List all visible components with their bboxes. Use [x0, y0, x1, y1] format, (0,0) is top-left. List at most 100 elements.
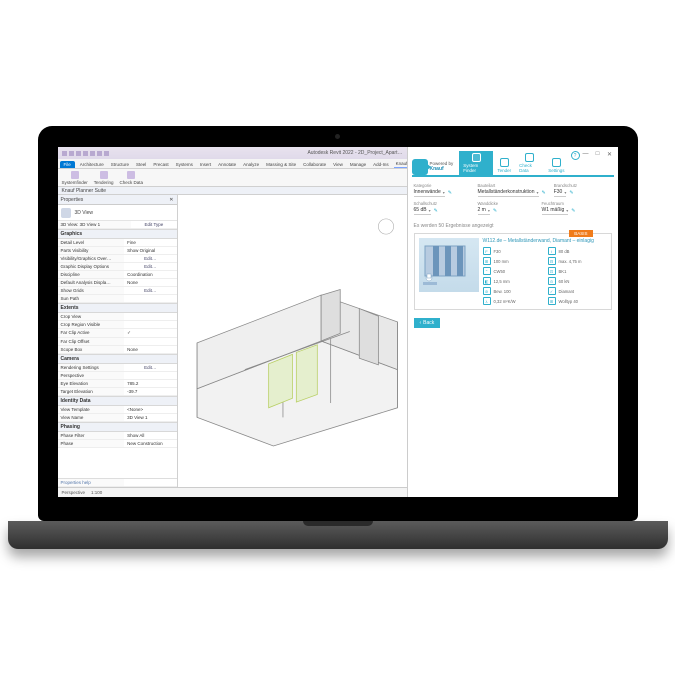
spec-value: Wolltyp 40 [559, 299, 578, 304]
properties-header[interactable]: Properties ✕ [58, 195, 177, 205]
property-value [124, 372, 176, 379]
ribbon-tab[interactable]: Massing & Site [264, 161, 298, 168]
ribbon-tab[interactable]: Precast [151, 161, 170, 168]
close-button[interactable]: ✕ [606, 151, 614, 157]
chevron-down-icon: ▾ [443, 190, 445, 195]
property-row[interactable]: View Template<None> [58, 406, 177, 414]
filter-value[interactable]: Innenwände ▾ [414, 189, 445, 197]
window-controls[interactable]: — □ ✕ [582, 151, 614, 157]
filter-item[interactable]: Wanddicke2 m ▾✎ [478, 201, 534, 215]
quick-access[interactable] [62, 151, 109, 156]
filter-value[interactable]: 2 m ▾ [478, 207, 490, 215]
ribbon-tab[interactable]: Architecture [78, 161, 106, 168]
spec-icon: ⌃ [483, 267, 491, 275]
property-group: Phasing [58, 422, 177, 432]
filter-item[interactable]: FeuchtraumW1 mäßig ▾✎ [542, 201, 598, 215]
spec-value: 12,5 mm [494, 279, 510, 284]
filter-item[interactable]: BrandschutzF30 ▾✎ [554, 183, 610, 197]
view-type-label[interactable]: 3D View [75, 210, 94, 216]
edit-type-button[interactable]: Edit Type [131, 221, 176, 228]
ribbon-button[interactable]: Check Data [120, 171, 144, 185]
property-row[interactable]: Perspective [58, 372, 177, 380]
properties-help[interactable]: Properties help [58, 479, 125, 486]
result-card[interactable]: BASIS W112.de – Metallst [414, 233, 612, 310]
edit-icon[interactable]: ✎ [434, 208, 438, 214]
filter-value[interactable]: F30 ▾ [554, 189, 567, 197]
property-value: New Construction [124, 440, 176, 447]
knauf-tab[interactable]: Tender [493, 156, 515, 175]
ribbon-tab[interactable]: Manage [348, 161, 368, 168]
edit-icon[interactable]: ✎ [542, 190, 546, 196]
property-row[interactable]: Scope BoxNone [58, 346, 177, 354]
spec-item: ⊙60 kN [548, 277, 607, 285]
back-button[interactable]: ‹ Back [414, 318, 441, 328]
edit-icon[interactable]: ✎ [569, 190, 573, 196]
ribbon-tab[interactable]: Knauf Planner Suite [394, 160, 407, 168]
ribbon-tab[interactable]: Add-Ins [371, 161, 391, 168]
knauf-tab[interactable]: Settings [544, 156, 568, 175]
ribbon-tab[interactable]: Annotate [216, 161, 238, 168]
property-row[interactable]: View Name3D View 1 [58, 414, 177, 422]
knauf-tab[interactable]: System Finder [459, 151, 493, 175]
ribbon-button[interactable]: Systemfinder [62, 171, 88, 185]
property-row[interactable]: Far Clip Offset [58, 338, 177, 346]
property-name: Target Elevation [58, 388, 125, 395]
ribbon-tab[interactable]: View [331, 161, 345, 168]
property-row[interactable]: Crop View [58, 313, 177, 321]
property-value[interactable]: Edit… [124, 287, 176, 294]
ribbon-tab[interactable]: Systems [174, 161, 195, 168]
filter-item[interactable]: Schallschutz65 dB ▾✎ [414, 201, 470, 215]
edit-icon[interactable]: ✎ [493, 208, 497, 214]
property-row[interactable]: Eye Elevation785.2 [58, 380, 177, 388]
property-row[interactable]: Far Clip Active✓ [58, 329, 177, 338]
ribbon-tab[interactable]: Steel [134, 161, 148, 168]
property-value[interactable]: Edit… [124, 364, 176, 371]
property-row[interactable]: Parts VisibilityShow Original [58, 247, 177, 255]
property-row[interactable]: Show GridsEdit… [58, 287, 177, 295]
ribbon-tabs[interactable]: FileArchitectureStructureSteelPrecast Sys… [58, 159, 407, 169]
ribbon-panel[interactable]: Systemfinder Tendering Check Data [58, 169, 407, 187]
instance-label: 3D View: 3D View 1 [58, 221, 132, 228]
property-row[interactable]: Sun Path [58, 295, 177, 303]
edit-icon[interactable]: ✎ [571, 208, 575, 214]
filter-value[interactable]: Metallständerkonstruktion ▾ [478, 189, 539, 197]
property-value[interactable]: Edit… [124, 255, 176, 262]
3d-viewport[interactable] [178, 195, 407, 487]
property-row[interactable]: Detail LevelFine [58, 239, 177, 247]
ribbon-tab[interactable]: Insert [198, 161, 213, 168]
property-row[interactable]: Rendering SettingsEdit… [58, 364, 177, 372]
brand-name: Knauf [430, 167, 454, 173]
filter-value[interactable]: W1 mäßig ▾ [542, 207, 569, 215]
minimize-button[interactable]: — [582, 151, 590, 157]
spec-item: ⊞100 mm [483, 257, 542, 265]
ribbon-button[interactable]: Tendering [94, 171, 114, 185]
viewcube-icon [378, 219, 393, 234]
property-row[interactable]: Graphic Display OptionsEdit… [58, 263, 177, 271]
filter-item[interactable]: KategorieInnenwände ▾✎ [414, 183, 470, 197]
maximize-button[interactable]: □ [594, 151, 602, 157]
property-value[interactable]: Edit… [124, 263, 176, 270]
property-row[interactable]: DisciplineCoordination [58, 271, 177, 279]
knauf-nav[interactable]: System FinderTenderCheck DataSettings [459, 151, 568, 175]
close-icon[interactable]: ✕ [169, 197, 173, 203]
knauf-tab[interactable]: Check Data [515, 151, 544, 175]
property-row[interactable]: Phase FilterShow All [58, 432, 177, 440]
tab-icon [472, 153, 481, 162]
filter-value[interactable]: 65 dB ▾ [414, 207, 431, 215]
property-group: Graphics [58, 229, 177, 239]
property-row[interactable]: Crop Region Visible [58, 321, 177, 329]
help-icon[interactable]: ? [571, 151, 580, 160]
property-row[interactable]: Default Analysis Displa…None [58, 279, 177, 287]
file-tab[interactable]: File [60, 161, 75, 168]
property-row[interactable]: Target Elevation-39.7 [58, 388, 177, 396]
ribbon-tab[interactable]: Structure [109, 161, 131, 168]
edit-icon[interactable]: ✎ [448, 190, 452, 196]
spec-icon: λ [483, 297, 491, 305]
property-row[interactable]: Visibility/Graphics Over…Edit… [58, 255, 177, 263]
ribbon-tab[interactable]: Analyze [241, 161, 261, 168]
status-zoom[interactable]: 1:100 [91, 490, 102, 495]
ribbon-tab[interactable]: Collaborate [301, 161, 328, 168]
spec-value: 60 kN [559, 279, 570, 284]
property-row[interactable]: PhaseNew Construction [58, 440, 177, 448]
filter-item[interactable]: BauteilartMetallständerkonstruktion ▾✎ [478, 183, 546, 197]
